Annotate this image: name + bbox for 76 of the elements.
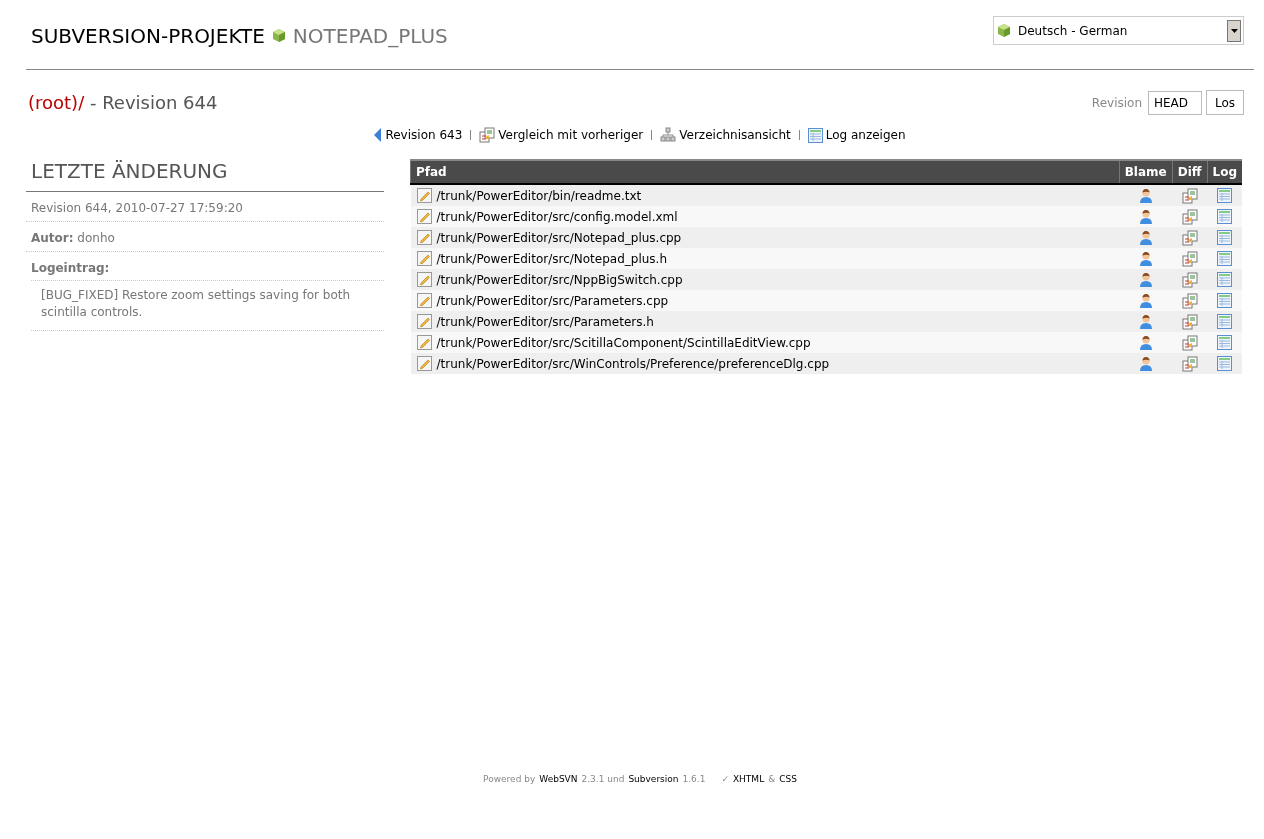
person-icon[interactable] xyxy=(1138,188,1153,203)
column-header: Blame xyxy=(1119,160,1173,184)
author-info: Autor: donho xyxy=(26,222,384,252)
pencil-icon xyxy=(416,251,432,266)
diff-icon[interactable] xyxy=(1181,292,1198,309)
pencil-icon xyxy=(416,230,432,245)
nav-link[interactable]: Verzeichnisansicht xyxy=(660,127,791,143)
root-link[interactable]: (root) xyxy=(28,92,79,113)
css-link[interactable]: CSS xyxy=(779,774,797,784)
cube-icon xyxy=(270,27,287,44)
language-label: Deutsch - German xyxy=(1018,23,1129,38)
diff-icon[interactable] xyxy=(1181,229,1198,246)
column-header: Log xyxy=(1207,160,1242,184)
diff-icon[interactable] xyxy=(1181,355,1198,372)
ampersand: & xyxy=(768,774,776,784)
pencil-icon xyxy=(416,188,432,203)
diff-icon xyxy=(479,127,496,143)
project-name[interactable]: NOTEPAD_PLUS xyxy=(292,23,448,48)
column-header: Pfad xyxy=(410,160,1120,184)
subversion-link[interactable]: Subversion xyxy=(628,774,679,784)
log-icon[interactable] xyxy=(1217,251,1232,266)
log-message: [BUG_FIXED] Restore zoom settings saving for both scintilla controls. xyxy=(41,288,351,319)
log-icon xyxy=(807,127,823,143)
diff-icon[interactable] xyxy=(1181,187,1198,204)
log-label: Logeintrag: xyxy=(31,261,110,275)
go-button[interactable]: Los xyxy=(1206,90,1244,115)
language-select[interactable]: Deutsch - German xyxy=(993,16,1244,45)
caret-icon xyxy=(1230,28,1238,33)
person-icon[interactable] xyxy=(1138,356,1153,371)
revision-title: - Revision 644 xyxy=(88,92,218,113)
pencil-icon xyxy=(416,272,432,287)
log-icon[interactable] xyxy=(1217,335,1232,350)
diff-icon[interactable] xyxy=(1181,208,1198,225)
section-heading: LETZTE ÄNDERUNG xyxy=(26,159,384,192)
version-text: 2.3.1 und xyxy=(581,774,625,784)
person-icon[interactable] xyxy=(1138,293,1153,308)
log-icon[interactable] xyxy=(1217,209,1232,224)
check-mark: ✓ xyxy=(721,774,729,784)
person-icon[interactable] xyxy=(1138,209,1153,224)
diff-icon[interactable] xyxy=(1181,334,1198,351)
site-title: SUBVERSION-PROJEKTE xyxy=(31,23,265,48)
person-icon[interactable] xyxy=(1138,272,1153,287)
nav-link[interactable]: Revision 643 xyxy=(374,128,463,142)
footer-text: Powered by xyxy=(483,774,536,784)
nav-link[interactable]: Vergleich mit vorheriger xyxy=(479,127,644,143)
xhtml-link[interactable]: XHTML xyxy=(732,774,765,784)
log-icon[interactable] xyxy=(1217,293,1232,308)
dropdown-button[interactable] xyxy=(1227,19,1241,42)
pencil-icon xyxy=(416,209,432,224)
triangle-left-icon xyxy=(374,128,383,142)
revision-info: Revision 644, 2010-07-27 17:59:20 xyxy=(26,192,384,222)
pencil-icon xyxy=(416,335,432,350)
column-header: Diff xyxy=(1172,160,1207,184)
person-icon[interactable] xyxy=(1138,335,1153,350)
diff-icon[interactable] xyxy=(1181,271,1198,288)
person-icon[interactable] xyxy=(1138,251,1153,266)
log-icon[interactable] xyxy=(1217,314,1232,329)
cube-icon xyxy=(996,22,1012,39)
tree-icon xyxy=(660,127,677,143)
diff-icon[interactable] xyxy=(1181,313,1198,330)
person-icon[interactable] xyxy=(1138,230,1153,245)
revision-field[interactable]: HEAD xyxy=(1148,90,1202,115)
revision-label: Revision xyxy=(1091,95,1142,110)
log-icon[interactable] xyxy=(1217,188,1232,203)
path-separator: / xyxy=(78,92,85,113)
log-icon[interactable] xyxy=(1217,230,1232,245)
websvn-link[interactable]: WebSVN xyxy=(539,774,578,784)
diff-icon[interactable] xyxy=(1181,250,1198,267)
version-text: 1.6.1 xyxy=(682,774,706,784)
person-icon[interactable] xyxy=(1138,314,1153,329)
pencil-icon xyxy=(416,356,432,371)
pencil-icon xyxy=(416,293,432,308)
pencil-icon xyxy=(416,314,432,329)
log-icon[interactable] xyxy=(1217,356,1232,371)
log-icon[interactable] xyxy=(1217,272,1232,287)
nav-link[interactable]: Log anzeigen xyxy=(807,127,906,143)
